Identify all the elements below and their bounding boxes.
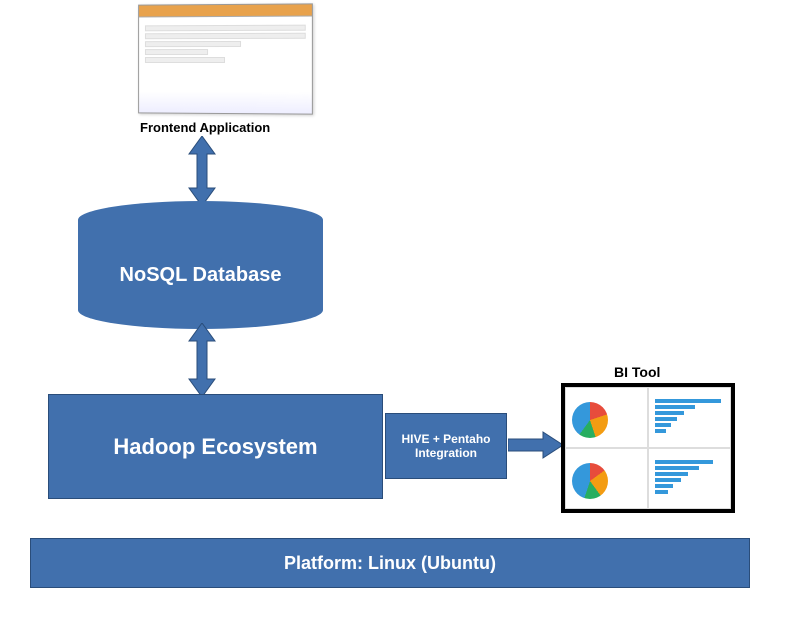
hive-pentaho-box: HIVE + Pentaho Integration xyxy=(385,413,507,479)
bidirectional-arrow-icon xyxy=(187,136,217,211)
nosql-label: NoSQL Database xyxy=(78,264,323,287)
pie-chart-icon xyxy=(572,402,608,438)
architecture-diagram: Frontend Application NoSQL Database Hado… xyxy=(0,0,791,632)
bi-tool-label: BI Tool xyxy=(614,364,660,380)
browser-content xyxy=(139,17,312,72)
pie-chart-icon xyxy=(572,463,608,499)
frontend-label: Frontend Application xyxy=(140,120,270,135)
nosql-database-cylinder: NoSQL Database xyxy=(78,201,323,329)
bi-chart-bars-2 xyxy=(648,448,731,509)
bi-tool-dashboard xyxy=(561,383,735,513)
platform-bar: Platform: Linux (Ubuntu) xyxy=(30,538,750,588)
hive-label: HIVE + Pentaho Integration xyxy=(386,432,506,460)
platform-label: Platform: Linux (Ubuntu) xyxy=(284,553,496,574)
bi-chart-pie-2 xyxy=(565,448,648,509)
frontend-app-thumbnail xyxy=(138,3,313,114)
right-arrow-icon xyxy=(508,430,563,465)
hadoop-ecosystem-box: Hadoop Ecosystem xyxy=(48,394,383,499)
browser-chrome xyxy=(139,4,312,17)
bi-chart-pie-1 xyxy=(565,387,648,448)
bidirectional-arrow-icon xyxy=(187,323,217,402)
hadoop-label: Hadoop Ecosystem xyxy=(113,434,317,460)
bi-chart-bars-1 xyxy=(648,387,731,448)
